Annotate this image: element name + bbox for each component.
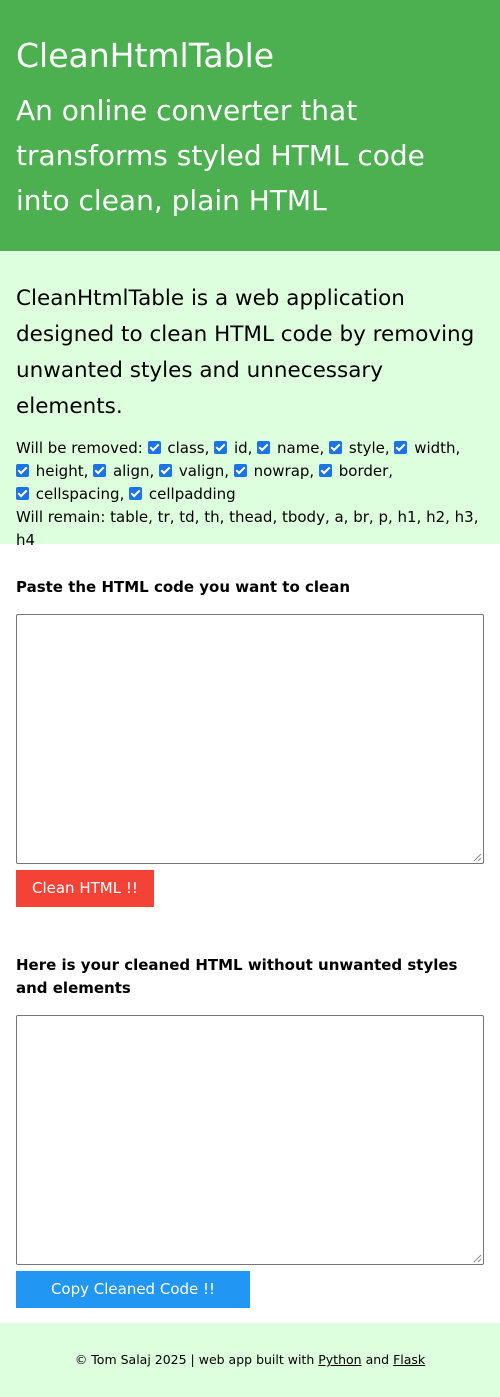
removal-option[interactable]: height, xyxy=(16,462,88,480)
removal-option-label: cellpadding xyxy=(148,485,236,503)
removal-option[interactable]: cellspacing, xyxy=(16,485,124,503)
removal-option-label: border, xyxy=(338,462,394,480)
removal-option-label: name, xyxy=(277,439,325,457)
checkbox-checked-icon[interactable] xyxy=(93,464,107,477)
removal-option[interactable]: cellpadding xyxy=(129,485,236,503)
removal-option[interactable]: id, xyxy=(214,439,252,457)
remain-text: Will remain: table, tr, td, th, thead, t… xyxy=(16,508,479,549)
checkbox-checked-icon[interactable] xyxy=(318,464,332,477)
checkbox-checked-icon[interactable] xyxy=(394,441,408,454)
footer-and: and xyxy=(365,1352,390,1367)
removal-options: Will be removed: class, id, name, style,… xyxy=(16,437,484,552)
checkbox-checked-icon[interactable] xyxy=(329,441,343,454)
checkbox-checked-icon[interactable] xyxy=(159,464,173,477)
checkbox-checked-icon[interactable] xyxy=(233,464,247,477)
html-input-textarea[interactable] xyxy=(16,614,484,864)
input-label: Paste the HTML code you want to clean xyxy=(16,578,351,596)
info-panel: CleanHtmlTable is a web application desi… xyxy=(0,251,500,549)
removal-option-label: height, xyxy=(35,462,89,480)
removed-label: Will be removed: xyxy=(16,439,143,457)
removal-option-label: width, xyxy=(414,439,461,457)
output-section: Here is your cleaned HTML without unwant… xyxy=(0,954,500,1308)
removal-option-label: cellspacing, xyxy=(35,485,125,503)
checkbox-checked-icon[interactable] xyxy=(129,487,143,500)
resize-grip-icon[interactable] xyxy=(472,1253,482,1263)
copy-cleaned-code-button[interactable]: Copy Cleaned Code !! xyxy=(16,1271,250,1308)
removal-option-label: style, xyxy=(348,439,390,457)
removal-option[interactable]: name, xyxy=(257,439,324,457)
output-label: Here is your cleaned HTML without unwant… xyxy=(16,956,458,997)
removal-option-label: nowrap, xyxy=(253,462,315,480)
app-description: CleanHtmlTable is a web application desi… xyxy=(16,286,475,419)
checkbox-checked-icon[interactable] xyxy=(16,487,29,500)
removal-option[interactable]: style, xyxy=(329,439,390,457)
removal-option[interactable]: width, xyxy=(394,439,460,457)
removal-option[interactable]: align, xyxy=(93,462,154,480)
removal-option-label: valign, xyxy=(178,462,230,480)
removal-option-label: class, xyxy=(167,439,210,457)
removal-option-label: align, xyxy=(112,462,155,480)
app-subtitle: An online converter that transforms styl… xyxy=(16,94,425,217)
cleaned-output-textarea[interactable] xyxy=(16,1015,484,1265)
app-title: CleanHtmlTable xyxy=(16,36,275,75)
checkbox-checked-icon[interactable] xyxy=(257,441,271,454)
checkbox-checked-icon[interactable] xyxy=(147,441,161,454)
input-section: Paste the HTML code you want to clean Cl… xyxy=(0,576,500,907)
removal-option[interactable]: border, xyxy=(318,462,394,480)
resize-grip-icon[interactable] xyxy=(472,852,482,862)
removal-option-label: id, xyxy=(233,439,253,457)
python-link[interactable]: Python xyxy=(318,1352,361,1367)
removal-option[interactable]: class, xyxy=(147,439,210,457)
removal-option[interactable]: valign, xyxy=(159,462,229,480)
removal-option[interactable]: nowrap, xyxy=(233,462,315,480)
checkbox-checked-icon[interactable] xyxy=(214,441,228,454)
header-banner: CleanHtmlTable An online converter that … xyxy=(0,0,500,251)
checkbox-checked-icon[interactable] xyxy=(16,464,29,477)
footer-copyright: © Tom Salaj 2025 | web app built with xyxy=(74,1352,315,1367)
footer: © Tom Salaj 2025 | web app built with Py… xyxy=(0,1323,500,1397)
flask-link[interactable]: Flask xyxy=(393,1352,425,1367)
clean-html-button[interactable]: Clean HTML !! xyxy=(16,870,154,907)
